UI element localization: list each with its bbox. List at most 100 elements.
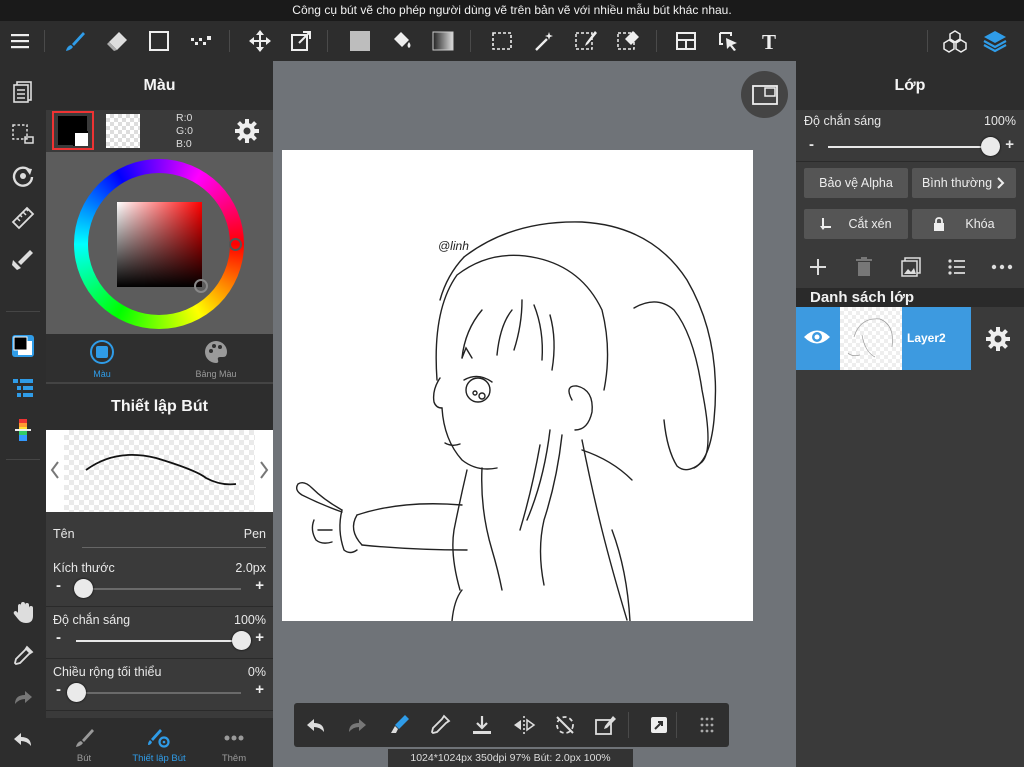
color-swatch-icon[interactable] [0, 327, 46, 365]
share-icon[interactable] [640, 703, 678, 747]
pen-min-width-knob[interactable] [67, 683, 86, 702]
chevron-left-icon[interactable] [49, 460, 61, 480]
pen-min-width-label: Chiều rộng tối thiểu [53, 665, 162, 679]
bucket-icon[interactable] [382, 21, 422, 61]
pen-min-width-minus[interactable]: - [56, 681, 61, 698]
materials-icon[interactable] [935, 21, 975, 61]
tab-more-label: Thêm [221, 753, 247, 764]
app-root: Công cụ bút vẽ cho phép người dùng vẽ tr… [0, 0, 1024, 767]
transform-icon[interactable] [281, 21, 321, 61]
gradient-icon[interactable] [423, 21, 463, 61]
pen-eraser-icon[interactable] [380, 703, 418, 747]
rotate-icon[interactable] [0, 157, 46, 195]
flip-icon[interactable] [505, 703, 543, 747]
tab-more[interactable]: Thêm [206, 718, 262, 767]
navigator-button[interactable] [741, 71, 788, 118]
layer-opacity-slider[interactable] [828, 137, 1000, 156]
eyedropper-icon[interactable] [421, 703, 459, 747]
pen-opacity-knob[interactable] [232, 631, 251, 650]
pen-size-minus[interactable]: - [56, 577, 61, 594]
primary-color-swatch[interactable] [52, 111, 94, 150]
fill-color-icon[interactable] [340, 21, 380, 61]
redo-icon[interactable] [338, 703, 376, 747]
select-pen-icon[interactable] [566, 21, 606, 61]
delete-layer-icon[interactable] [855, 257, 873, 277]
pen-opacity-minus[interactable]: - [56, 629, 61, 646]
bottom-canvas-toolbar [294, 703, 729, 747]
pen-min-width-plus[interactable]: + [255, 681, 264, 698]
color-wheel-area [46, 152, 273, 334]
pen-min-width-slider[interactable] [67, 683, 241, 702]
select-rect-icon[interactable] [482, 21, 522, 61]
redo-icon[interactable] [0, 678, 46, 716]
tab-brush[interactable]: Bút [56, 718, 112, 767]
clipping-button[interactable]: Cắt xén [804, 209, 908, 239]
tab-pen-settings[interactable]: Thiết lập Bút [124, 718, 194, 767]
tooltip-banner: Công cụ bút vẽ cho phép người dùng vẽ tr… [0, 0, 1024, 21]
layer-opacity-plus[interactable]: + [1005, 136, 1014, 153]
move-icon[interactable] [240, 21, 280, 61]
pen-size-slider[interactable] [73, 579, 241, 598]
palette-strip-icon[interactable] [0, 411, 46, 449]
pen-opacity-plus[interactable]: + [255, 629, 264, 646]
layer-settings-gear-icon[interactable] [985, 326, 1011, 352]
magic-wand-icon[interactable] [524, 21, 564, 61]
add-layer-icon[interactable] [808, 257, 828, 277]
pen-fill-icon[interactable] [0, 241, 46, 279]
pen-size-plus[interactable]: + [255, 577, 264, 594]
rectangle-icon[interactable] [139, 21, 179, 61]
alpha-protect-button[interactable]: Bảo vệ Alpha [804, 168, 908, 198]
tab-palette[interactable]: Bảng Màu [178, 334, 254, 382]
save-icon[interactable] [463, 703, 501, 747]
undo-icon[interactable] [0, 720, 46, 758]
pen-opacity-label: Độ chắn sáng [53, 613, 131, 627]
eyedropper-icon[interactable] [0, 637, 46, 675]
layer-list-menu-icon[interactable] [947, 257, 967, 277]
tab-color[interactable]: Màu [64, 334, 140, 382]
drawing-canvas[interactable]: @linh [282, 150, 753, 621]
ruler-icon[interactable] [0, 199, 46, 237]
pen-size-label: Kích thước [53, 561, 115, 575]
operation-icon[interactable] [708, 21, 748, 61]
layer-panel-title: Lớp [796, 61, 1024, 110]
dot-pen-icon[interactable] [181, 21, 221, 61]
layout-icon[interactable] [666, 21, 706, 61]
layer-actions-row [796, 247, 1024, 287]
layer-opacity-minus[interactable]: - [809, 136, 814, 153]
menu-icon[interactable] [0, 21, 40, 61]
gear-icon[interactable] [234, 118, 260, 144]
hand-icon[interactable] [0, 594, 46, 632]
layer-opacity-knob[interactable] [981, 137, 1000, 156]
more-icon[interactable] [991, 257, 1013, 277]
eraser-icon[interactable] [97, 21, 137, 61]
signature-text: @linh [438, 239, 469, 253]
edit-icon[interactable] [587, 703, 625, 747]
text-icon[interactable]: T [749, 21, 789, 61]
tab-palette-label: Bảng Màu [195, 369, 237, 379]
saturation-square[interactable] [117, 202, 202, 287]
secondary-color-swatch[interactable] [106, 114, 140, 148]
selection-icon[interactable] [0, 115, 46, 153]
eye-icon[interactable] [802, 326, 832, 348]
undo-icon[interactable] [297, 703, 335, 747]
pen-opacity-slider[interactable] [76, 631, 251, 650]
chevron-right-icon[interactable] [258, 460, 270, 480]
layer-list-icon[interactable] [0, 369, 46, 407]
pen-size-knob[interactable] [73, 579, 93, 598]
layers-icon[interactable] [975, 21, 1015, 61]
hue-handle[interactable] [229, 238, 242, 251]
saturation-handle[interactable] [194, 279, 208, 293]
layer-image-icon[interactable] [901, 257, 921, 277]
line-art-drawing: @linh [295, 221, 717, 621]
layer-opacity-value: 100% [984, 114, 1016, 128]
rgb-b: B:0 [176, 138, 192, 150]
select-eraser-icon[interactable] [608, 21, 648, 61]
rotate-canvas-icon[interactable] [546, 703, 584, 747]
blend-mode-button[interactable]: Bình thường [912, 168, 1016, 198]
layer-panel: Lớp Độ chắn sáng 100% - + Bảo vệ Alpha B… [796, 61, 1024, 767]
brush-icon[interactable] [55, 21, 95, 61]
layers-list-icon[interactable] [0, 73, 46, 111]
grid-icon[interactable] [688, 703, 726, 747]
lock-button[interactable]: Khóa [912, 209, 1016, 239]
layer-row[interactable]: Layer2 [796, 307, 1024, 370]
